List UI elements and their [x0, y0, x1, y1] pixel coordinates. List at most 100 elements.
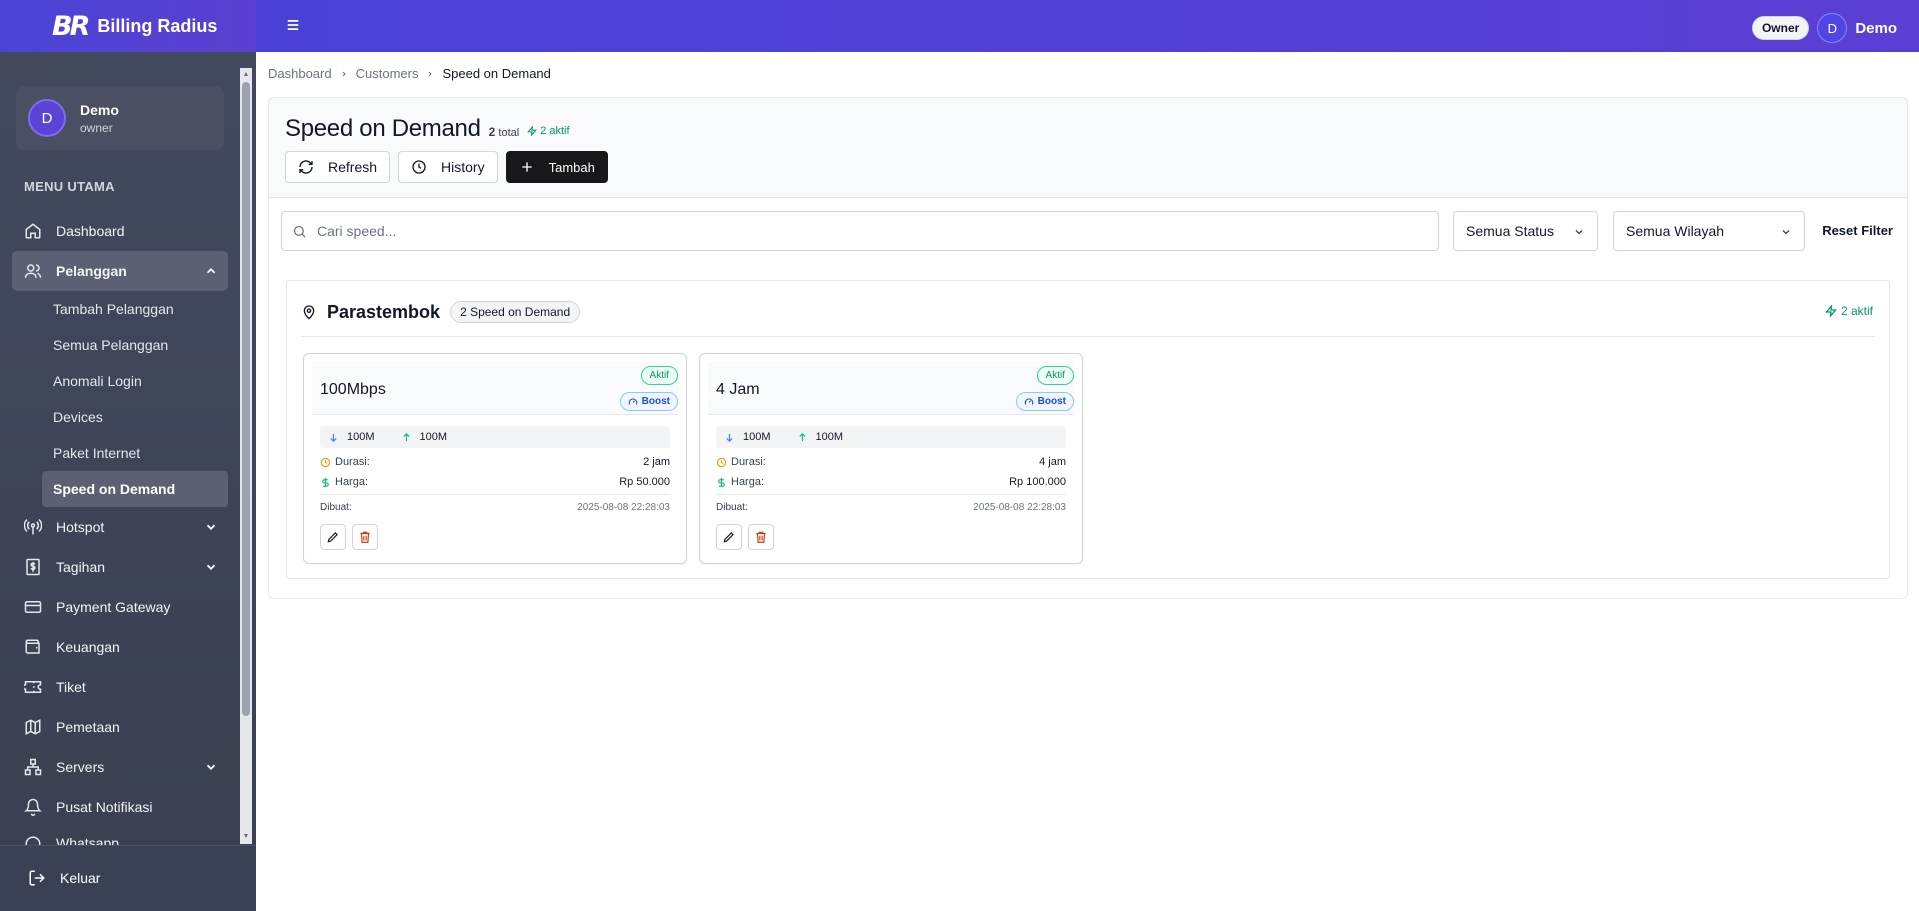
- created-label: Dibuat:: [320, 502, 352, 513]
- created-label: Dibuat:: [716, 502, 748, 513]
- sidebar-item-label: Whatsapp: [56, 835, 120, 845]
- sidebar-item-label: Pemetaan: [56, 719, 120, 735]
- region-active-label: 2 aktif: [1840, 304, 1873, 318]
- delete-button[interactable]: [748, 524, 774, 550]
- sidebar-subitem-anomali-login[interactable]: Anomali Login: [42, 363, 228, 399]
- chevron-up-icon: [206, 268, 216, 274]
- price-value: Rp 100.000: [1009, 476, 1066, 488]
- active-count-label: 2 aktif: [540, 125, 570, 137]
- region-select[interactable]: Semua Wilayah: [1613, 211, 1805, 251]
- user-role: owner: [80, 120, 113, 135]
- antenna-icon: [24, 518, 42, 535]
- avatar: D: [28, 99, 66, 137]
- price-value: Rp 50.000: [619, 476, 670, 488]
- delete-button[interactable]: [352, 524, 378, 550]
- credit-card-icon: [24, 601, 42, 613]
- sidebar-item-pelanggan[interactable]: Pelanggan: [12, 251, 228, 291]
- gauge-icon: [1024, 398, 1033, 405]
- chevron-right-icon: [429, 71, 433, 76]
- topbar-user[interactable]: Owner D Demo: [1751, 13, 1897, 43]
- download-speed: 100M: [347, 431, 375, 443]
- arrow-up-icon: [402, 432, 410, 441]
- trash-icon: [360, 531, 370, 543]
- refresh-button[interactable]: Refresh: [285, 151, 391, 183]
- speed-limits: 100M 100M: [320, 426, 670, 448]
- chevron-down-icon: [206, 564, 216, 570]
- sidebar-item-pemetaan[interactable]: Pemetaan: [12, 707, 228, 747]
- bolt-icon: [527, 126, 538, 136]
- search-placeholder: Cari speed...: [317, 223, 397, 239]
- sidebar-submenu-pelanggan: Tambah Pelanggan Semua Pelanggan Anomali…: [12, 291, 228, 507]
- total-label: total: [498, 127, 520, 139]
- history-button[interactable]: History: [398, 151, 498, 183]
- reset-filter-button[interactable]: Reset Filter: [1822, 223, 1893, 238]
- price-label: Harga:: [731, 476, 765, 488]
- page-title: Speed on Demand: [285, 115, 481, 142]
- scroll-down-arrow[interactable]: ▼: [242, 833, 250, 841]
- edit-button[interactable]: [716, 524, 742, 550]
- status-select[interactable]: Semua Status: [1453, 211, 1598, 251]
- sidebar-subitem-speed-on-demand[interactable]: Speed on Demand: [42, 471, 228, 507]
- breadcrumb: Dashboard Customers Speed on Demand: [268, 66, 551, 81]
- scrollbar-thumb[interactable]: [242, 82, 250, 716]
- map-pin-icon: [303, 305, 315, 320]
- created-value: 2025-08-08 22:28:03: [973, 502, 1066, 513]
- breadcrumb-dashboard[interactable]: Dashboard: [268, 66, 332, 81]
- chevron-right-icon: [342, 71, 346, 76]
- duration-value: 2 jam: [643, 456, 670, 468]
- brand-logo[interactable]: BR: [52, 11, 90, 42]
- breadcrumb-customers[interactable]: Customers: [356, 66, 419, 81]
- refresh-label: Refresh: [328, 159, 378, 175]
- total-count: 2 total: [489, 125, 520, 139]
- edit-button[interactable]: [320, 524, 346, 550]
- bell-icon: [24, 798, 42, 816]
- sidebar-subitem-tambah-pelanggan[interactable]: Tambah Pelanggan: [42, 291, 228, 327]
- refresh-icon: [299, 160, 313, 174]
- logout-button[interactable]: Keluar: [0, 845, 256, 911]
- sidebar-item-pusat-notifikasi[interactable]: Pusat Notifikasi: [12, 787, 228, 827]
- scroll-up-arrow[interactable]: ▲: [242, 71, 250, 79]
- sidebar-subitem-paket-internet[interactable]: Paket Internet: [42, 435, 228, 471]
- search-icon: [293, 225, 306, 238]
- sidebar-subitem-semua-pelanggan[interactable]: Semua Pelanggan: [42, 327, 228, 363]
- sidebar-item-tagihan[interactable]: Tagihan: [12, 547, 228, 587]
- sidebar-menu: Dashboard Pelanggan Tambah Pelanggan Sem…: [12, 211, 228, 845]
- sidebar-item-label: Tagihan: [56, 559, 106, 575]
- created-value: 2025-08-08 22:28:03: [577, 502, 670, 513]
- active-count: 2 aktif: [527, 125, 570, 137]
- topbar-user-name[interactable]: Demo: [1855, 20, 1897, 37]
- user-name: Demo: [80, 101, 119, 118]
- speed-card[interactable]: 4 Jam Aktif Boost 100M 100M Durasi: 4 ja…: [699, 353, 1083, 564]
- users-icon: [24, 264, 42, 278]
- chevron-down-icon: [206, 524, 216, 530]
- sidebar-item-keuangan[interactable]: Keuangan: [12, 627, 228, 667]
- arrow-down-icon: [726, 433, 733, 442]
- sidebar-item-whatsapp[interactable]: Whatsapp: [12, 827, 228, 845]
- logout-label: Keluar: [60, 870, 101, 886]
- user-card[interactable]: D Demo owner: [16, 86, 224, 150]
- sidebar-item-payment-gateway[interactable]: Payment Gateway: [12, 587, 228, 627]
- hamburger-menu-icon[interactable]: [286, 18, 300, 32]
- status-badge: Aktif: [1036, 366, 1074, 385]
- add-label: Tambah: [548, 159, 595, 175]
- search-input[interactable]: Cari speed...: [281, 211, 1439, 251]
- add-button[interactable]: Tambah: [505, 151, 608, 183]
- sidebar-item-dashboard[interactable]: Dashboard: [12, 211, 228, 251]
- divider: [320, 494, 670, 495]
- speed-card[interactable]: 100Mbps Aktif Boost 100M 100M Durasi: 2 …: [303, 353, 687, 564]
- topbar-avatar[interactable]: D: [1817, 13, 1848, 43]
- duration-row: Durasi: 2 jam: [320, 456, 670, 468]
- topbar: Owner D Demo: [256, 0, 1919, 52]
- type-badge-label: Boost: [641, 396, 670, 407]
- gauge-icon: [628, 398, 637, 405]
- chat-icon: [25, 836, 41, 845]
- sidebar-subitem-devices[interactable]: Devices: [42, 399, 228, 435]
- duration-value: 4 jam: [1039, 456, 1066, 468]
- sidebar-item-servers[interactable]: Servers: [12, 747, 228, 787]
- sidebar-scrollbar[interactable]: ▲ ▼: [240, 68, 252, 844]
- arrow-down-icon: [330, 433, 337, 442]
- brand-name[interactable]: Billing Radius: [97, 16, 217, 37]
- clock-icon: [412, 160, 426, 174]
- sidebar-item-hotspot[interactable]: Hotspot: [12, 507, 228, 547]
- sidebar-item-tiket[interactable]: Tiket: [12, 667, 228, 707]
